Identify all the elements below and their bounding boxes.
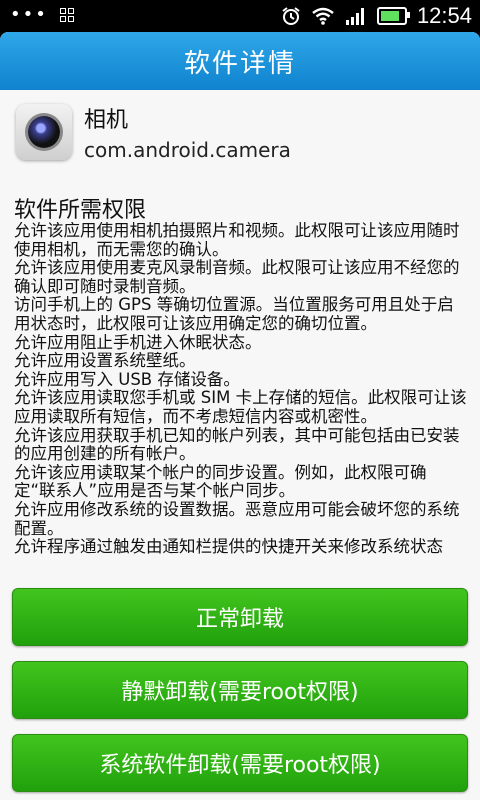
wifi-icon	[312, 7, 334, 25]
permission-item: 允许该应用使用相机拍摄照片和视频。此权限可让该应用随时使用相机，而无需您的确认。	[14, 222, 460, 259]
app-details-dialog: 软件详情 相机 com.android.camera 软件所需权限 允许该应用使…	[0, 32, 480, 800]
action-buttons: 正常卸载 静默卸载(需要root权限) 系统软件卸载(需要root权限)	[12, 588, 468, 800]
permission-item: 允许应用写入 USB 存储设备。	[14, 369, 240, 389]
normal-uninstall-button[interactable]: 正常卸载	[12, 588, 468, 646]
permission-item: 允许该应用读取您手机或 SIM 卡上存储的短信。此权限可让该应用读取所有短信，而…	[14, 388, 467, 426]
permission-item: 允许该应用读取某个帐户的同步设置。例如，此权限可确定“联系人”应用是否与某个帐户…	[14, 462, 427, 501]
permission-item: 允许应用阻止手机进入休眠状态。	[14, 332, 262, 352]
permission-item: 允许应用修改系统的设置数据。恶意应用可能会破坏您的系统配置。	[14, 499, 460, 538]
permission-item: 允许应用设置系统壁纸。	[14, 351, 196, 371]
permission-item: 允许该应用使用麦克风录制音频。此权限可让该应用不经您的确认即可随时录制音频。	[14, 258, 460, 296]
silent-uninstall-button[interactable]: 静默卸载(需要root权限)	[12, 661, 468, 719]
status-bar: ••• 12:54	[0, 0, 480, 32]
permission-item: 访问手机上的 GPS 等确切位置源。当位置服务可用且处于启用状态时，此权限可让该…	[14, 295, 454, 333]
status-time: 12:54	[416, 3, 472, 28]
permission-item: 允许该应用获取手机已知的帐户列表，其中可能包括由已安装的应用创建的所有帐户。	[14, 425, 460, 464]
battery-icon	[376, 7, 410, 25]
signal-icon	[345, 8, 364, 25]
more-dots-icon: •••	[10, 4, 48, 25]
camera-app-icon	[16, 104, 72, 160]
alarm-icon	[282, 7, 300, 25]
app-name: 相机	[84, 108, 129, 133]
app-info: 相机 com.android.camera	[16, 104, 464, 164]
system-uninstall-button[interactable]: 系统软件卸载(需要root权限)	[12, 734, 468, 792]
permission-item: 允许程序通过触发由通知栏提供的快捷开关来修改系统状态	[14, 537, 443, 556]
grid-icon	[59, 8, 74, 22]
dialog-title: 软件详情	[0, 32, 480, 90]
app-package: com.android.camera	[84, 138, 291, 162]
permissions-list[interactable]: 允许该应用使用相机拍摄照片和视频。此权限可让该应用随时使用相机，而无需您的确认。…	[14, 222, 468, 556]
permissions-title: 软件所需权限	[14, 198, 147, 223]
